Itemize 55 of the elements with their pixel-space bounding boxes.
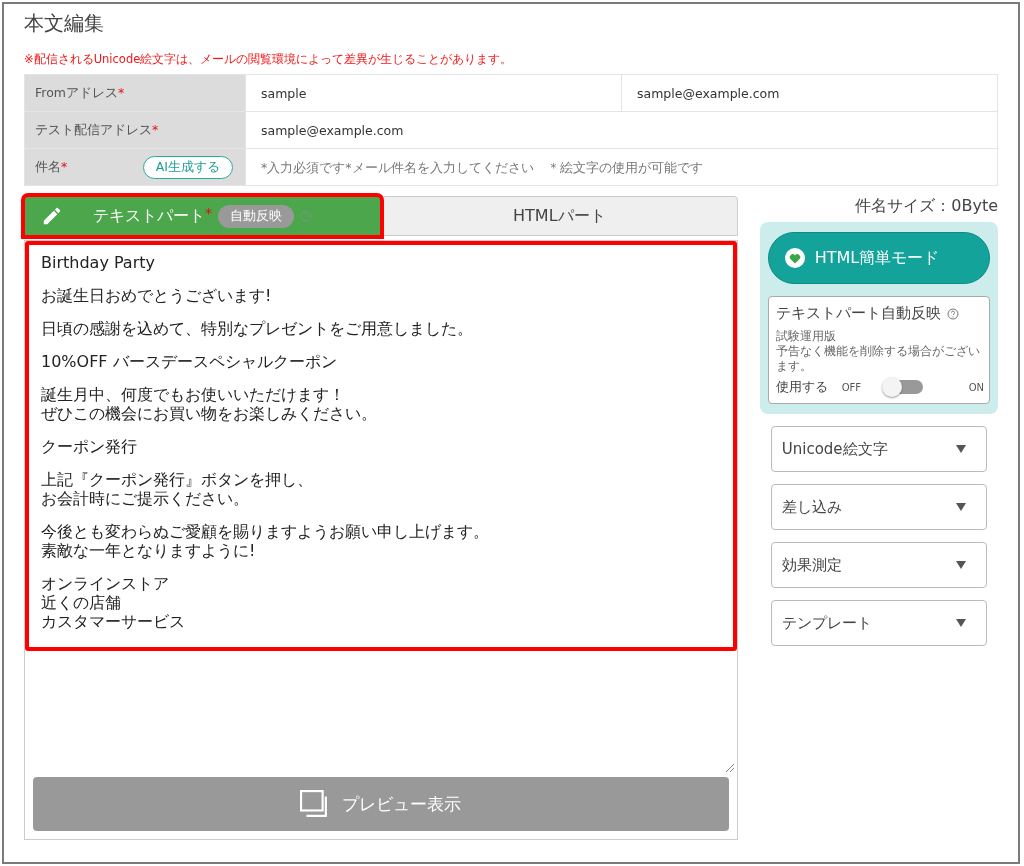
- pencil-icon: [41, 205, 63, 227]
- tab-label[interactable]: HTMLパート: [513, 205, 606, 227]
- status-badge: 自動反映: [217, 204, 294, 228]
- field-value: sample: [245, 75, 621, 111]
- on-label: ON: [968, 381, 984, 393]
- label-text: Fromアドレス: [35, 84, 118, 100]
- label-text: テスト配信アドレス: [35, 121, 152, 137]
- ai-generate-button[interactable]: AI生成する: [142, 155, 233, 179]
- card-title: テキストパート自動反映: [775, 304, 941, 323]
- warning-text: ※配信されるUnicode絵文字は、メールの閲覧環境によって差異が生じることがあります。: [24, 51, 514, 68]
- body-text-line: 近くの店舗: [41, 593, 122, 612]
- off-label: OFF: [841, 381, 862, 393]
- body-text-line: クーポン発行: [41, 437, 138, 456]
- body-text-line: 素敵な一年となりますように!: [41, 541, 257, 560]
- field-value: sample@example.com: [245, 112, 997, 148]
- dropdown[interactable]: テンプレート: [770, 600, 987, 646]
- caret-icon: [956, 619, 966, 627]
- note-text: 予告なく機能を削除する場合がございます。: [775, 344, 981, 374]
- toggle-switch[interactable]: [885, 380, 924, 394]
- body-text-area[interactable]: [25, 241, 737, 651]
- dropdown-label: Unicode絵文字: [781, 439, 888, 459]
- body-text-line: ぜひこの機会にお買い物をお楽しみください。: [41, 404, 378, 423]
- dropdown[interactable]: 効果測定: [770, 542, 987, 588]
- required-mark: *: [204, 205, 212, 221]
- toggle-label: 使用する: [775, 378, 828, 396]
- resize-grip-icon: [724, 763, 735, 773]
- body-text-line: Birthday Party: [41, 253, 156, 272]
- label-text: 件名: [35, 158, 61, 174]
- body-text-line: 誕生月中、何度でもお使いいただけます！: [41, 385, 346, 404]
- windows-icon: [300, 790, 329, 818]
- dropdown[interactable]: Unicode絵文字: [770, 426, 987, 472]
- body-text-line: 上記『クーポン発行』ボタンを押し、: [41, 470, 314, 489]
- dropdown[interactable]: 差し込み: [770, 484, 987, 530]
- subject-size-text: 件名サイズ：0Byte: [854, 196, 998, 217]
- body-text-line: 今後とも変わらぬご愛顧を賜りますようお願い申し上げます。: [41, 522, 490, 541]
- required-mark: *: [61, 158, 68, 174]
- caret-icon: [956, 561, 966, 569]
- required-mark: *: [152, 121, 159, 137]
- help-icon: [946, 307, 959, 320]
- field-value: sample@example.com: [621, 75, 997, 111]
- note-text: 試験運用版: [775, 329, 837, 344]
- body-text-line: オンラインストア: [41, 574, 170, 593]
- body-text-line: 日頃の感謝を込めて、特別なプレゼントをご用意しました。: [41, 319, 474, 338]
- body-text-line: お会計時にご提示ください。: [41, 489, 250, 508]
- required-mark: *: [118, 84, 125, 100]
- help-icon: [299, 210, 312, 222]
- caret-icon: [956, 445, 966, 453]
- caret-icon: [956, 503, 966, 511]
- dropdown-label: 効果測定: [781, 555, 842, 575]
- page-title: 本文編集: [24, 10, 105, 37]
- body-text-line: カスタマーサービス: [41, 612, 186, 631]
- body-text-line: お誕生日おめでとうございます!: [41, 286, 273, 305]
- dropdown-label: 差し込み: [781, 497, 842, 517]
- body-text-line: 10%OFF バースデースペシャルクーポン: [41, 352, 338, 371]
- dropdown-label: テンプレート: [781, 613, 872, 633]
